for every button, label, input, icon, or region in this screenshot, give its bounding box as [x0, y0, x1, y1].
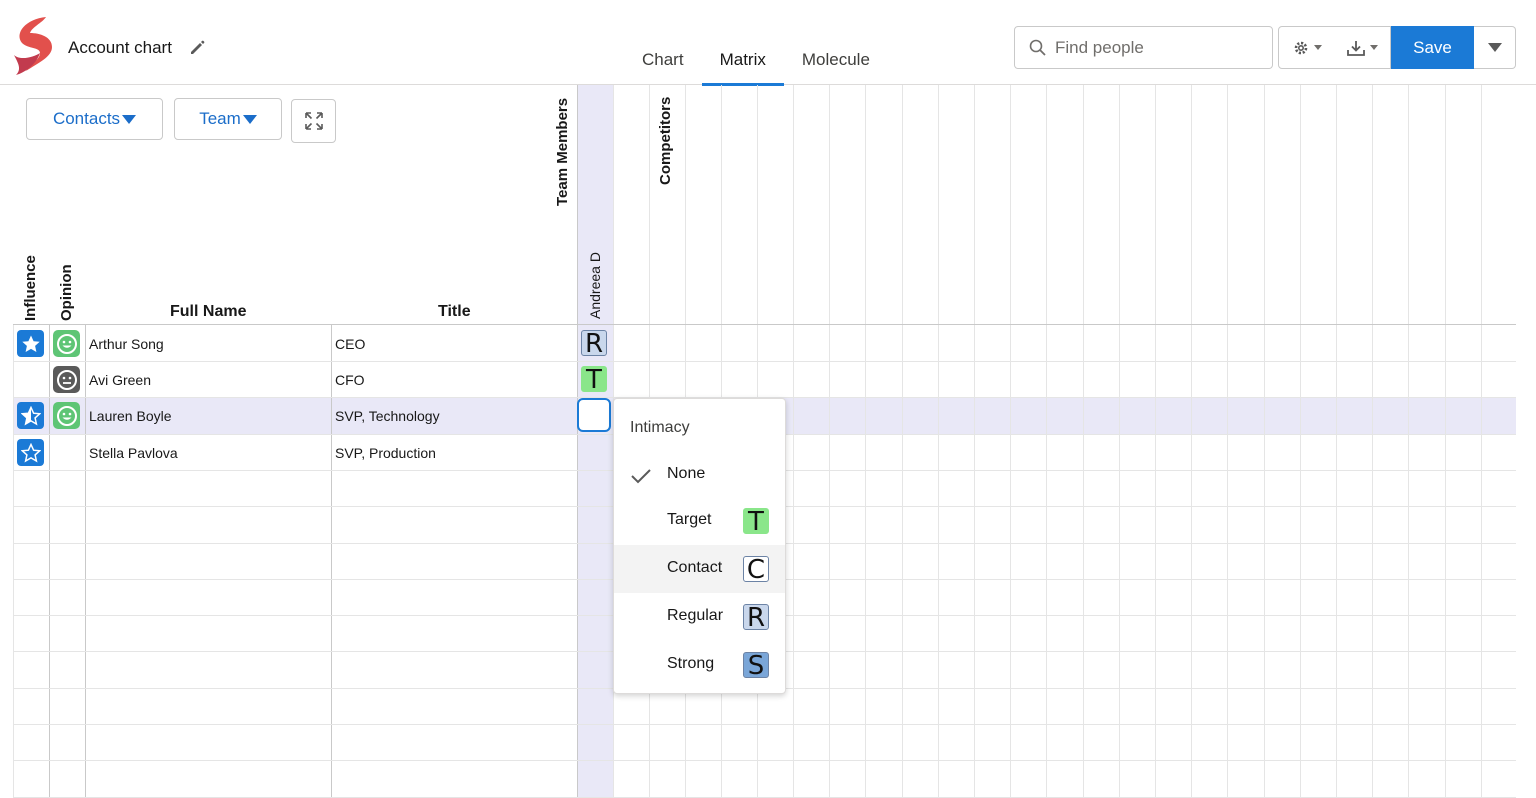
- team-filter-button[interactable]: Team: [174, 98, 282, 140]
- col-header-opinion[interactable]: Opinion: [58, 264, 75, 321]
- team-filter-label: Team: [199, 109, 241, 128]
- col-header-title[interactable]: Title: [438, 303, 471, 321]
- search-input[interactable]: [1055, 37, 1255, 58]
- grid-column-line: [1372, 85, 1373, 798]
- intimacy-option-target[interactable]: Target T: [614, 497, 785, 545]
- influence-star-icon[interactable]: [17, 330, 44, 357]
- grid-row-line: [13, 361, 1516, 362]
- settings-button[interactable]: [1278, 26, 1335, 69]
- check-icon: [631, 469, 651, 484]
- grid-column-line: [1046, 85, 1047, 798]
- grid-column-line: [1336, 85, 1337, 798]
- intimacy-option-label: Target: [667, 511, 712, 528]
- tab-matrix[interactable]: Matrix: [701, 40, 785, 86]
- row-title[interactable]: SVP, Production: [335, 445, 436, 461]
- team-member-column-highlight: [577, 85, 613, 798]
- intimacy-option-regular[interactable]: Regular R: [614, 593, 785, 641]
- grid-column-line: [974, 85, 975, 798]
- header-divider: [13, 324, 1516, 325]
- grid-column-line: [1264, 85, 1265, 798]
- grid-column-line: [902, 85, 903, 798]
- col-header-team-member[interactable]: Andreea D: [587, 252, 603, 319]
- grid-column-line: [49, 324, 50, 798]
- grid-column-line: [1191, 85, 1192, 798]
- col-header-team-members: Team Members: [554, 97, 571, 206]
- row-title[interactable]: SVP, Technology: [335, 408, 440, 424]
- app-header: Account chart Chart Matrix Molecule Save: [0, 0, 1536, 86]
- grid-column-line: [1155, 85, 1156, 798]
- save-options-button[interactable]: [1474, 26, 1516, 69]
- salesforce-style-logo-icon: [14, 17, 52, 75]
- grid-column-line: [1083, 85, 1084, 798]
- intimacy-cell-selected[interactable]: [577, 398, 611, 432]
- grid-column-line: [577, 85, 578, 798]
- expand-icon: [304, 112, 323, 130]
- tab-chart[interactable]: Chart: [624, 40, 702, 85]
- intimacy-strong-badge: S: [743, 652, 769, 679]
- intimacy-dropdown: Intimacy None Target T Contact C Regular…: [613, 398, 786, 694]
- intimacy-menu-title: Intimacy: [630, 419, 690, 436]
- row-title[interactable]: CEO: [335, 336, 365, 352]
- intimacy-option-label: Strong: [667, 655, 715, 672]
- chevron-down-icon: [1370, 45, 1378, 50]
- grid-column-line: [1227, 85, 1228, 798]
- app-title: Account chart: [68, 38, 172, 57]
- grid-column-line: [331, 324, 332, 798]
- chevron-down-icon: [1313, 45, 1322, 50]
- intimacy-option-label: None: [667, 465, 706, 482]
- smiley-face-icon[interactable]: [53, 402, 80, 429]
- intimacy-option-contact[interactable]: Contact C: [614, 545, 785, 593]
- intimacy-option-none[interactable]: None: [614, 451, 785, 499]
- caret-down-icon: [242, 114, 257, 124]
- grid-column-line: [1010, 85, 1011, 798]
- grid-column-line: [1481, 85, 1482, 798]
- expand-button[interactable]: [291, 99, 336, 143]
- save-button[interactable]: Save: [1391, 26, 1474, 69]
- neutral-face-icon[interactable]: [53, 366, 80, 393]
- grid-column-line: [829, 85, 830, 798]
- contacts-filter-label: Contacts: [52, 109, 121, 128]
- row-name[interactable]: Avi Green: [89, 372, 151, 388]
- tab-molecule[interactable]: Molecule: [784, 40, 888, 85]
- grid-column-line: [1408, 85, 1409, 798]
- grid-row-line: [13, 760, 1516, 761]
- influence-outline-star-icon[interactable]: [17, 439, 44, 466]
- download-button[interactable]: [1334, 26, 1391, 69]
- grid-column-line: [1119, 85, 1120, 798]
- grid-column-line: [793, 85, 794, 798]
- row-title[interactable]: CFO: [335, 372, 365, 388]
- influence-half-star-icon[interactable]: [17, 402, 44, 429]
- grid-column-line: [1445, 85, 1446, 798]
- gear-icon: [1294, 41, 1307, 54]
- smiley-face-icon[interactable]: [53, 330, 80, 357]
- view-tabs: Chart Matrix Molecule: [624, 40, 888, 86]
- intimacy-regular-badge: R: [743, 604, 769, 631]
- col-header-full-name[interactable]: Full Name: [170, 303, 246, 321]
- col-header-influence[interactable]: Influence: [22, 255, 39, 321]
- intimacy-option-strong[interactable]: Strong S: [614, 641, 785, 689]
- intimacy-option-label: Regular: [667, 607, 724, 624]
- intimacy-contact-badge: C: [743, 556, 769, 583]
- pencil-icon[interactable]: [188, 39, 206, 57]
- row-name[interactable]: Arthur Song: [89, 336, 164, 352]
- intimacy-badge[interactable]: R: [581, 330, 607, 357]
- intimacy-option-label: Contact: [667, 559, 723, 576]
- grid-column-line: [865, 85, 866, 798]
- grid-column-line: [938, 85, 939, 798]
- download-icon: [1347, 40, 1365, 56]
- grid-column-line: [1300, 85, 1301, 798]
- caret-down-icon: [122, 114, 137, 124]
- grid-row-line: [13, 724, 1516, 725]
- row-name[interactable]: Stella Pavlova: [89, 445, 178, 461]
- grid-column-line: [85, 324, 86, 798]
- intimacy-badge[interactable]: T: [581, 366, 607, 393]
- chevron-down-icon: [1487, 42, 1502, 52]
- grid-column-line: [13, 324, 14, 798]
- search-box: [1014, 26, 1273, 69]
- intimacy-target-badge: T: [743, 508, 769, 535]
- contacts-filter-button[interactable]: Contacts: [26, 98, 163, 140]
- col-header-competitors: Competitors: [657, 96, 674, 185]
- row-name[interactable]: Lauren Boyle: [89, 408, 172, 424]
- search-icon: [1029, 39, 1046, 56]
